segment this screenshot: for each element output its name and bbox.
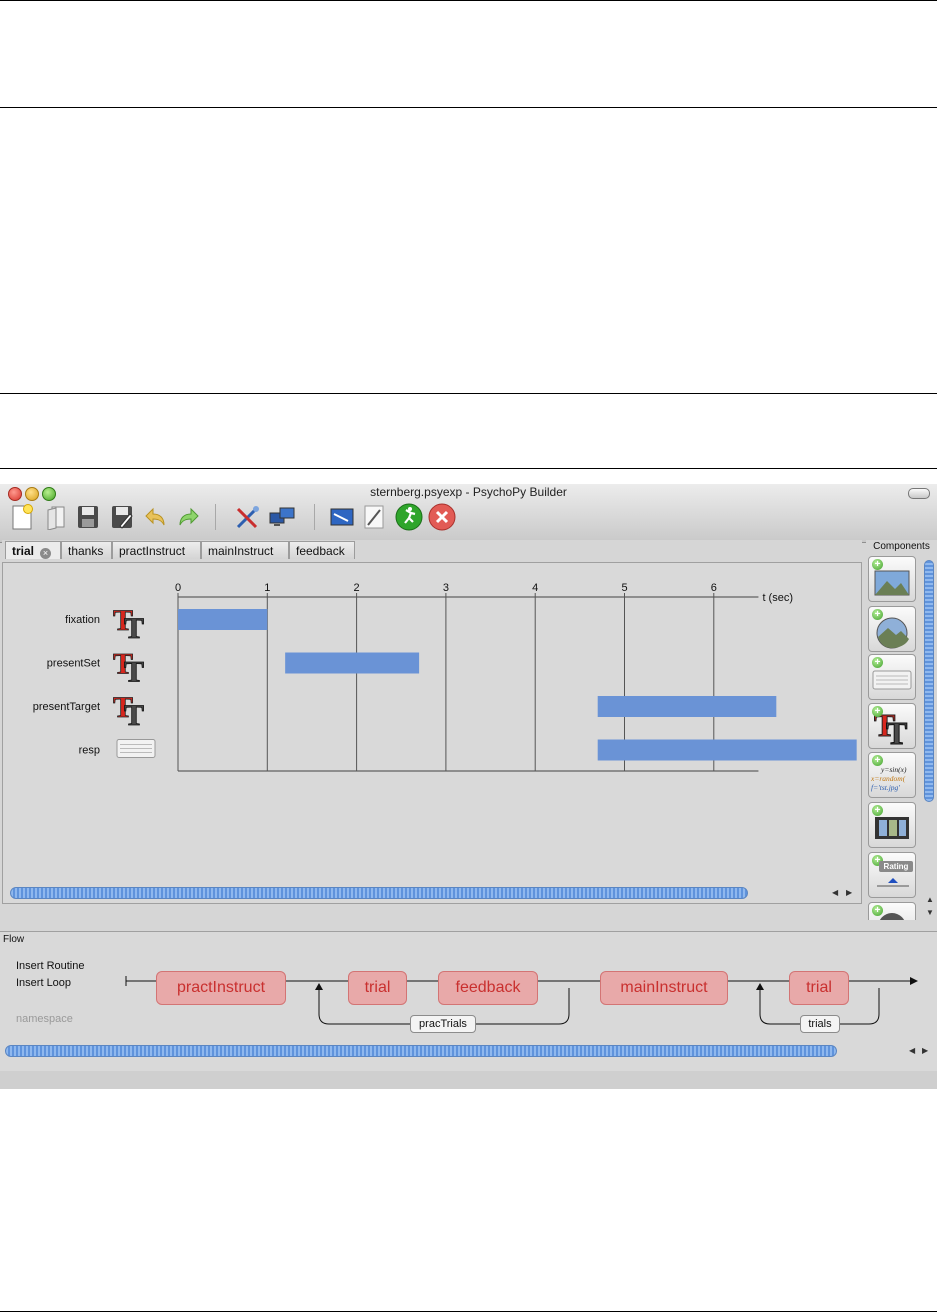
- redo-icon[interactable]: [174, 503, 202, 531]
- flow-routine-practinstruct[interactable]: practInstruct: [156, 971, 286, 1005]
- tab-practinstruct-label: practInstruct: [119, 544, 186, 558]
- add-icon: +: [872, 657, 883, 668]
- top-rule: [0, 0, 937, 1]
- code-line: x=random(: [871, 774, 906, 783]
- time-axis-label: t (sec): [762, 592, 793, 604]
- preferences-icon[interactable]: [234, 503, 262, 531]
- tab-feedback-label: feedback: [296, 544, 345, 558]
- window-title: sternberg.psyexp - PsychoPy Builder: [370, 485, 567, 499]
- add-icon: +: [872, 609, 883, 620]
- patch-component-icon[interactable]: +: [868, 606, 916, 652]
- rule-1: [0, 107, 937, 108]
- component-time-bar: [178, 609, 268, 630]
- svg-text:T: T: [886, 715, 907, 748]
- add-icon: +: [872, 805, 883, 816]
- save-icon[interactable]: [74, 503, 102, 531]
- time-tick-label: 3: [443, 582, 449, 594]
- scroll-down-icon[interactable]: ▼: [926, 908, 934, 917]
- tab-maininstruct-label: mainInstruct: [208, 544, 274, 558]
- undo-icon[interactable]: [142, 503, 170, 531]
- text-icon: T: [124, 612, 144, 645]
- tab-thanks-label: thanks: [68, 544, 104, 558]
- add-icon: +: [872, 905, 883, 916]
- monitor-center-icon[interactable]: [268, 503, 296, 531]
- title-bar: sternberg.psyexp - PsychoPy Builder: [0, 484, 937, 543]
- component-time-bar: [597, 696, 777, 717]
- tab-practinstruct[interactable]: practInstruct: [112, 541, 201, 559]
- routine-horizontal-scrollbar[interactable]: [10, 887, 748, 899]
- scroll-right-icon[interactable]: ▶: [922, 1046, 928, 1055]
- toolbar-separator: [314, 504, 315, 530]
- components-vertical-scrollbar[interactable]: [924, 560, 934, 802]
- status-bar: [0, 1071, 937, 1089]
- component-name-label: presentSet: [47, 658, 100, 670]
- time-tick-label: 1: [264, 582, 270, 594]
- bottom-rule: [0, 1311, 937, 1312]
- component-time-bar: [285, 652, 420, 674]
- tab-maininstruct[interactable]: mainInstruct: [201, 541, 289, 559]
- component-name-label: resp: [79, 745, 100, 757]
- sound-component-icon[interactable]: +: [868, 902, 916, 920]
- scroll-up-icon[interactable]: ▲: [926, 895, 934, 904]
- time-tick-label: 2: [354, 582, 360, 594]
- flow-routine-trial[interactable]: trial: [789, 971, 849, 1005]
- scroll-left-icon[interactable]: ◀: [909, 1046, 915, 1055]
- close-tab-icon[interactable]: ×: [40, 548, 52, 559]
- toolbar-separator: [215, 504, 216, 530]
- new-file-icon[interactable]: [8, 503, 36, 531]
- components-panel: Components + + + + TT + y=sin(x) x=rando…: [866, 540, 937, 920]
- rule-2: [0, 393, 937, 394]
- rating-component-icon[interactable]: + Rating: [868, 852, 916, 898]
- text-component-icon[interactable]: + TT: [868, 703, 916, 749]
- image-component-icon[interactable]: +: [868, 556, 916, 602]
- save-as-icon[interactable]: [108, 503, 136, 531]
- psychopy-builder-window: sternberg.psyexp - PsychoPy Builder tria…: [0, 484, 937, 1089]
- routine-timeline: t (sec)0 1 2 3 4 5 6fixation TTpresentSet TTpres…: [33, 582, 857, 772]
- text-icon: T: [124, 699, 144, 732]
- experiment-settings-icon[interactable]: [328, 503, 356, 531]
- flow-routine-feedback[interactable]: feedback: [438, 971, 538, 1005]
- text-icon: T: [124, 656, 144, 689]
- add-icon: +: [872, 559, 883, 570]
- component-time-bar: [597, 739, 857, 761]
- routine-tabs: trial × thanks practInstruct mainInstruct…: [2, 540, 862, 561]
- code-line: f='tst.jpg': [871, 783, 900, 792]
- time-tick-label: 5: [621, 582, 627, 594]
- tab-feedback[interactable]: feedback: [289, 541, 355, 559]
- tab-trial[interactable]: trial ×: [5, 541, 61, 559]
- component-name-label: fixation: [65, 614, 100, 626]
- routine-canvas[interactable]: t (sec) 0 1 2 3 4 5 6 fixation T TpresentSet T Tpres…: [2, 562, 862, 904]
- time-tick-label: 4: [532, 582, 538, 594]
- tab-trial-label: trial: [12, 544, 35, 558]
- scroll-left-icon[interactable]: ◀: [832, 888, 838, 897]
- code-component-icon[interactable]: + y=sin(x) x=random( f='tst.jpg': [868, 752, 916, 798]
- flow-loop-trials[interactable]: trials: [800, 1015, 840, 1033]
- open-file-icon[interactable]: [42, 503, 70, 531]
- compile-script-icon[interactable]: [360, 503, 388, 531]
- add-icon: +: [872, 706, 883, 717]
- movie-component-icon[interactable]: +: [868, 802, 916, 848]
- components-panel-title: Components: [873, 541, 930, 552]
- run-icon[interactable]: [395, 503, 423, 531]
- flow-panel: Flow Insert Routine Insert Loop namespac…: [0, 931, 937, 1072]
- flow-loop-practrials[interactable]: pracTrials: [410, 1015, 476, 1033]
- flow-routine-trial[interactable]: trial: [348, 971, 407, 1005]
- rule-3: [0, 468, 937, 469]
- code-line: y=sin(x): [881, 765, 907, 774]
- keyboard-component-icon[interactable]: +: [868, 654, 916, 700]
- time-tick-label: 0: [175, 582, 181, 594]
- flow-routine-maininstruct[interactable]: mainInstruct: [600, 971, 728, 1005]
- flow-horizontal-scrollbar[interactable]: [5, 1045, 837, 1057]
- time-tick-label: 6: [711, 582, 717, 594]
- component-name-label: presentTarget: [33, 701, 100, 713]
- scroll-right-icon[interactable]: ▶: [846, 888, 852, 897]
- tab-thanks[interactable]: thanks: [61, 541, 112, 559]
- stop-icon[interactable]: [428, 503, 456, 531]
- toolbar-toggle-button[interactable]: [908, 488, 930, 499]
